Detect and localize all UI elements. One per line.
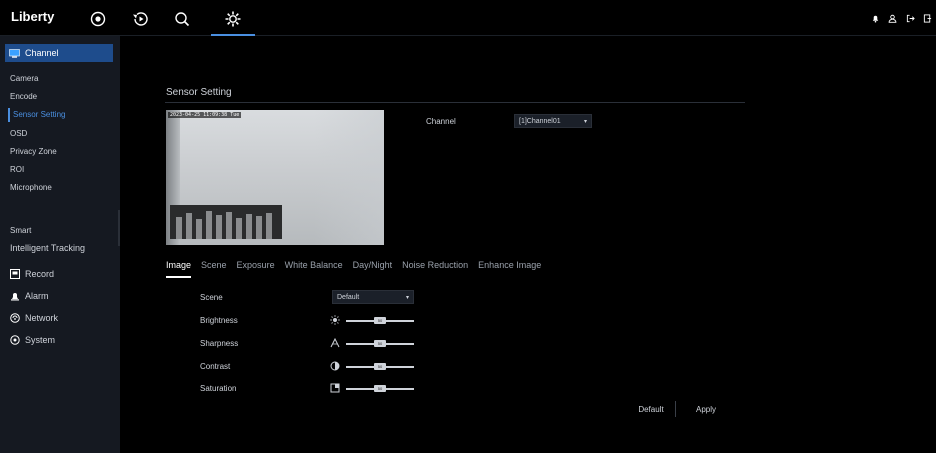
tab-image[interactable]: Image bbox=[166, 258, 191, 274]
brand-logo: Liberty bbox=[11, 9, 55, 24]
contrast-slider-thumb[interactable]: 50 bbox=[374, 363, 386, 370]
playback-icon[interactable] bbox=[130, 8, 152, 30]
user-icon[interactable] bbox=[886, 12, 898, 24]
sharpness-icon bbox=[330, 338, 340, 348]
sidebar-item-osd[interactable]: OSD bbox=[10, 127, 27, 141]
scene-label: Scene bbox=[200, 292, 223, 302]
sidebar-section-system[interactable]: System bbox=[5, 331, 55, 349]
system-gear-icon bbox=[9, 335, 20, 346]
scene-select-value: Default bbox=[337, 293, 360, 301]
saturation-label: Saturation bbox=[200, 383, 237, 393]
tab-white-balance[interactable]: White Balance bbox=[285, 258, 343, 274]
sharpness-label: Sharpness bbox=[200, 338, 239, 348]
scene-select[interactable]: Default ▾ bbox=[332, 290, 414, 304]
settings-icon[interactable] bbox=[222, 8, 244, 30]
record-icon bbox=[9, 269, 20, 280]
bell-icon[interactable] bbox=[869, 12, 881, 24]
channel-icon bbox=[9, 48, 20, 59]
channel-label: Channel bbox=[426, 117, 456, 126]
channel-select[interactable]: [1]Channel01 ▾ bbox=[514, 114, 592, 128]
chevron-down-icon: ▾ bbox=[405, 294, 409, 301]
settings-tabs: Image Scene Exposure White Balance Day/N… bbox=[166, 258, 551, 274]
preview-object bbox=[170, 205, 282, 239]
title-divider bbox=[165, 102, 745, 103]
saturation-slider-thumb[interactable]: 50 bbox=[374, 385, 386, 392]
sidebar-section-label: Alarm bbox=[25, 291, 49, 301]
tab-noise-reduction[interactable]: Noise Reduction bbox=[402, 258, 468, 274]
tab-day-night[interactable]: Day/Night bbox=[353, 258, 393, 274]
alarm-icon bbox=[9, 291, 20, 302]
tab-scene[interactable]: Scene bbox=[201, 258, 227, 274]
sidebar-item-intelligent-tracking[interactable]: Intelligent Tracking bbox=[10, 241, 85, 255]
preview-osd-timestamp: 2023-04-25 11:09:38 Tue bbox=[168, 112, 242, 118]
search-icon[interactable] bbox=[171, 8, 193, 30]
sidebar-section-channel[interactable]: Channel bbox=[5, 44, 113, 62]
sidebar-item-camera[interactable]: Camera bbox=[10, 72, 38, 86]
sidebar-section-label: Channel bbox=[25, 48, 59, 58]
sidebar-group-smart: Smart bbox=[10, 226, 32, 235]
main-content: Sensor Setting 2023-04-25 11:09:38 Tue C… bbox=[120, 36, 936, 453]
channel-select-value: [1]Channel01 bbox=[519, 117, 561, 125]
brightness-slider-thumb[interactable]: 50 bbox=[374, 317, 386, 324]
default-button[interactable]: Default bbox=[632, 401, 670, 417]
contrast-icon bbox=[330, 361, 340, 371]
sidebar-item-privacy-zone[interactable]: Privacy Zone bbox=[10, 145, 57, 159]
active-tab-indicator bbox=[166, 276, 191, 278]
sidebar: Channel Camera Encode Sensor Setting OSD… bbox=[0, 36, 120, 453]
page-title: Sensor Setting bbox=[166, 87, 232, 98]
brightness-label: Brightness bbox=[200, 315, 238, 325]
network-icon bbox=[9, 313, 20, 324]
button-divider bbox=[675, 401, 676, 417]
contrast-label: Contrast bbox=[200, 361, 231, 371]
sidebar-item-sensor-setting[interactable]: Sensor Setting bbox=[8, 108, 65, 122]
sidebar-item-roi[interactable]: ROI bbox=[10, 163, 24, 177]
sidebar-section-record[interactable]: Record bbox=[5, 265, 54, 283]
sidebar-section-alarm[interactable]: Alarm bbox=[5, 287, 49, 305]
top-bar: Liberty bbox=[0, 0, 936, 36]
tab-enhance-image[interactable]: Enhance Image bbox=[478, 258, 541, 274]
logout-icon[interactable] bbox=[904, 12, 916, 24]
saturation-icon bbox=[330, 383, 340, 393]
sidebar-section-label: System bbox=[25, 335, 56, 345]
apply-button[interactable]: Apply bbox=[688, 401, 724, 417]
live-view-icon[interactable] bbox=[87, 8, 109, 30]
tab-exposure[interactable]: Exposure bbox=[237, 258, 275, 274]
chevron-down-icon: ▾ bbox=[583, 118, 587, 125]
sidebar-item-microphone[interactable]: Microphone bbox=[10, 181, 52, 195]
sidebar-item-encode[interactable]: Encode bbox=[10, 90, 37, 104]
exit-icon[interactable] bbox=[921, 12, 933, 24]
brightness-sun-icon bbox=[330, 315, 340, 325]
sharpness-slider-thumb[interactable]: 50 bbox=[374, 340, 386, 347]
sidebar-section-network[interactable]: Network bbox=[5, 309, 58, 327]
sidebar-section-label: Record bbox=[25, 269, 55, 279]
camera-preview: 2023-04-25 11:09:38 Tue bbox=[166, 110, 384, 245]
sidebar-section-label: Network bbox=[25, 313, 59, 323]
